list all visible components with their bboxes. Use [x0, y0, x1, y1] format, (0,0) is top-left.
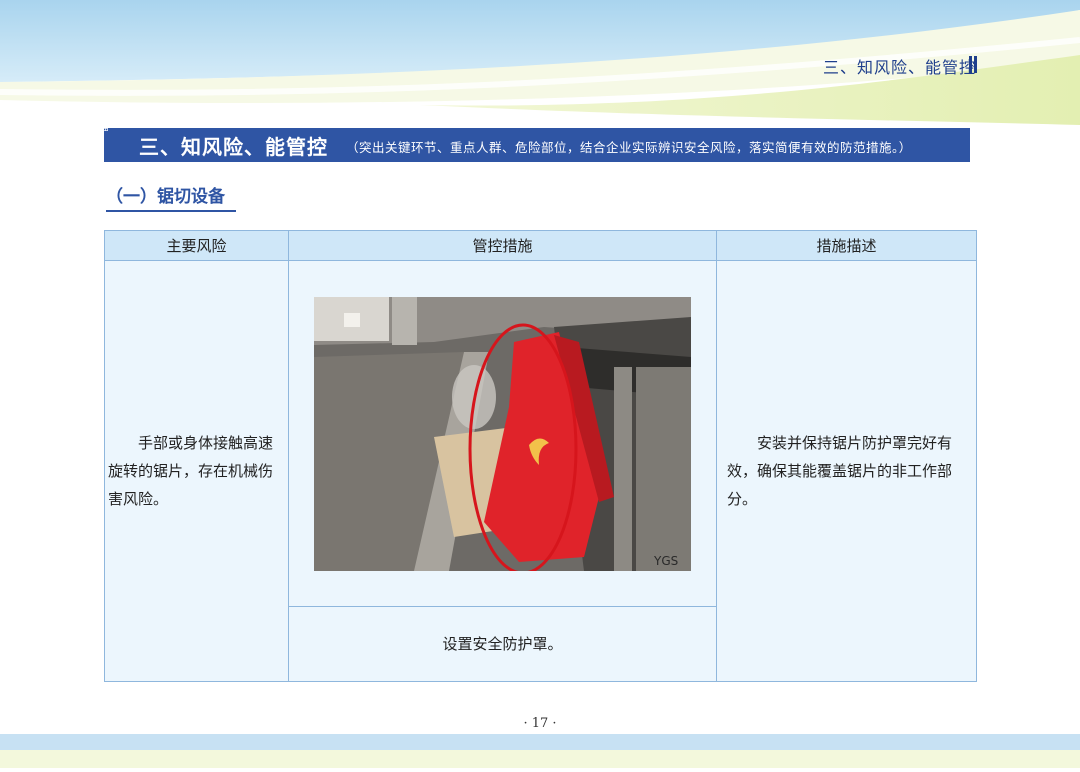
header-main-risk: 主要风险: [104, 230, 289, 261]
page-number: · 17 ·: [523, 716, 557, 731]
table-header-row: 主要风险 管控措施 措施描述: [104, 230, 977, 261]
description-cell: 安装并保持锯片防护罩完好有效，确保其能覆盖锯片的非工作部分。: [716, 260, 977, 682]
table-row: 手部或身体接触高速旋转的锯片，存在机械伤害风险。 YGS 安装并保持锯片防护罩完…: [104, 260, 977, 682]
corner-mark-icon: ⊞: [102, 124, 109, 133]
risk-text: 手部或身体接触高速旋转的锯片，存在机械伤害风险。: [108, 434, 274, 508]
running-header-mark: [969, 56, 977, 73]
section-banner: ⊞ 三、知风险、能管控 （突出关键环节、重点人群、危险部位，结合企业实际辨识安全…: [102, 124, 970, 162]
caption-cell: 设置安全防护罩。: [288, 606, 717, 682]
footer-background: [0, 734, 1080, 768]
subsection-title: （一）锯切设备: [106, 182, 236, 212]
risk-control-table: 主要风险 管控措施 措施描述 手部或身体接触高速旋转的锯片，存在机械伤害风险。: [104, 230, 977, 682]
running-header-title: 三、知风险、能管控: [822, 58, 976, 77]
photo-cell: YGS: [288, 260, 717, 607]
saw-guard-photo: YGS: [314, 296, 691, 571]
measure-caption: 设置安全防护罩。: [442, 635, 563, 653]
photo-marking: YGS: [653, 554, 678, 568]
header-control-measure: 管控措施: [288, 230, 717, 261]
section-title: 三、知风险、能管控: [139, 135, 328, 159]
header-measure-description: 措施描述: [716, 230, 977, 261]
description-text: 安装并保持锯片防护罩完好有效，确保其能覆盖锯片的非工作部分。: [727, 434, 953, 508]
section-note: （突出关键环节、重点人群、危险部位，结合企业实际辨识安全风险，落实简便有效的防范…: [346, 140, 912, 155]
risk-cell: 手部或身体接触高速旋转的锯片，存在机械伤害风险。: [104, 260, 289, 682]
